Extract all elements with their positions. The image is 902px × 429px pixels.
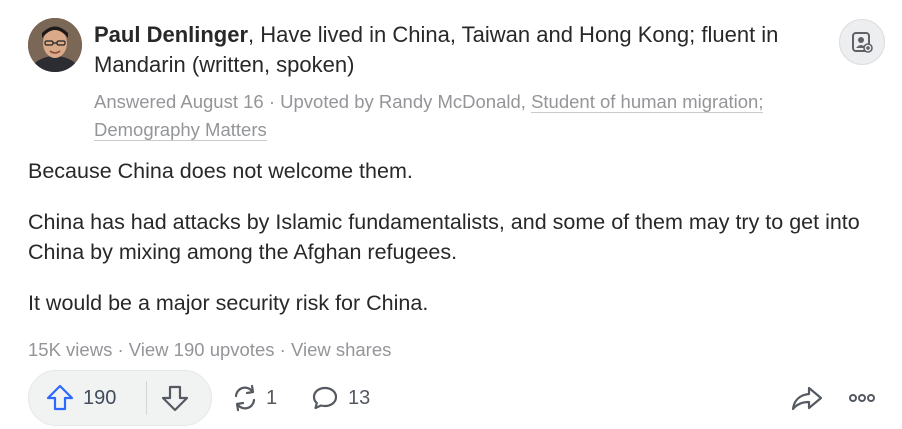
views-count: 15K views — [28, 339, 113, 360]
author-avatar[interactable] — [28, 18, 82, 72]
share-cycle-icon — [234, 384, 256, 412]
answer-stats: 15K views · View 190 upvotes · View shar… — [28, 338, 391, 362]
meta-separator: · — [263, 91, 281, 112]
follow-button[interactable] — [839, 19, 885, 65]
view-shares-link[interactable]: View shares — [291, 339, 391, 360]
share-button[interactable]: 1 — [230, 370, 277, 426]
more-dots-icon — [849, 394, 875, 402]
upvote-count: 190 — [83, 386, 117, 409]
forward-arrow-icon — [791, 386, 823, 411]
answer-meta: Answered August 16 · Upvoted by Randy Mc… — [94, 88, 834, 144]
answer-card: Paul Denlinger, Have lived in China, Tai… — [0, 0, 902, 429]
vote-pill: 190 — [28, 370, 212, 426]
follow-user-icon — [852, 32, 873, 53]
upvoted-by[interactable]: Upvoted by Randy McDonald, — [280, 91, 531, 112]
forward-button[interactable] — [790, 370, 824, 426]
answer-paragraph: China has had attacks by Islamic fundame… — [28, 210, 860, 264]
comment-button[interactable]: 13 — [310, 370, 370, 426]
comment-bubble-icon — [312, 386, 338, 410]
answer-body: Because China does not welcome them. Chi… — [28, 156, 888, 339]
stats-separator: · — [274, 339, 291, 360]
vote-divider — [146, 381, 147, 415]
answer-header: Paul Denlinger, Have lived in China, Tai… — [94, 20, 834, 144]
view-upvotes-link[interactable]: View 190 upvotes — [129, 339, 275, 360]
downvote-button[interactable] — [160, 371, 190, 425]
action-bar: 190 1 13 — [28, 370, 888, 426]
answer-paragraph: It would be a major security risk for Ch… — [28, 291, 429, 315]
arrow-down-icon — [161, 385, 189, 412]
answer-paragraph: Because China does not welcome them. — [28, 159, 413, 183]
comment-count: 13 — [348, 386, 371, 409]
share-count: 1 — [266, 386, 278, 409]
arrow-up-icon — [46, 384, 74, 411]
author-line: Paul Denlinger, Have lived in China, Tai… — [94, 20, 834, 80]
stats-separator: · — [112, 339, 129, 360]
answered-date[interactable]: Answered August 16 — [94, 91, 264, 112]
more-button[interactable] — [846, 370, 878, 426]
upvote-button[interactable]: 190 — [45, 371, 116, 425]
author-name[interactable]: Paul Denlinger — [94, 22, 248, 47]
